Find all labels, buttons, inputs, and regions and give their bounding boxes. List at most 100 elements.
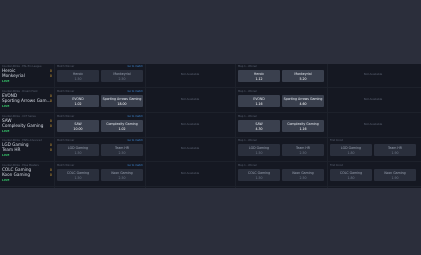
odd-button-team2[interactable]: Koon Gaming 1.90 [374, 169, 416, 182]
odd-button-team2[interactable]: Team HR 1.90 [374, 144, 416, 157]
first-blood-panel: First blood LGD Gaming 1.80 Team HR 1.90 [328, 138, 418, 162]
odd-button-team1[interactable]: EVOND 1.02 [57, 94, 99, 107]
market-label: First blood [330, 164, 343, 168]
odd-button-team1[interactable]: Heroic 1.12 [238, 70, 280, 82]
odd-button-team2[interactable]: Complexity Gaming 1.02 [101, 119, 143, 132]
odd-price: 18.00 [117, 101, 127, 106]
match-info[interactable]: Counter-Strike · CCT Series SAW Complexity… [2, 114, 52, 138]
match-info[interactable]: Counter-Strike · ESEA Advanced LGD Gaming… [2, 138, 52, 162]
score: 00 [49, 143, 52, 153]
live-badge: LIVE [2, 178, 10, 183]
market-unavailable: Not Available [180, 121, 200, 126]
odd-button-team2[interactable]: Koon Gaming 2.50 [282, 169, 324, 182]
team1-score: 0 [49, 118, 52, 123]
market-unavailable: Not Available [363, 72, 383, 76]
match-winner-panel: Match Winner Heroic 1.50 Monkeyrial 2.50 Go t… [55, 64, 145, 88]
team2-score: 0 [49, 173, 52, 178]
odd-button-team2[interactable]: Monkeyrial 2.50 [101, 70, 143, 82]
team2-score: 0 [49, 74, 52, 78]
odd-button-team2[interactable]: Team HR 2.50 [282, 144, 324, 157]
match-info[interactable]: Counter-Strike · ESL Pro League Heroic Mon… [2, 64, 52, 88]
odd-price: 1.50 [255, 176, 263, 181]
odd-button-team2[interactable]: Complexity Gaming 1.16 [282, 119, 324, 132]
odd-label: Sporting Arrows Gaming [283, 96, 323, 101]
odd-label: Complexity Gaming [287, 121, 319, 126]
team2-score: 0 [49, 98, 52, 103]
go-to-match-link[interactable]: Go to match [128, 139, 143, 142]
odd-price: 1.80 [347, 151, 355, 156]
odd-label: Monkeyrial [113, 72, 131, 76]
odd-price: 5.20 [299, 77, 307, 81]
odd-price: 1.50 [255, 151, 263, 156]
odd-button-team1[interactable]: LGD Gaming 1.50 [57, 144, 99, 157]
score: 00 [49, 94, 52, 104]
match-winner-panel: Match Winner COLC Gaming 1.50 Koon Gaming 2.… [55, 163, 145, 187]
market-unavailable: Not Available [180, 96, 200, 101]
match-row: Counter-Strike · CCT Series SAW Complexity… [0, 114, 421, 138]
map-winner-panel: Map 1 - Winner COLC Gaming 1.50 Koon Gaming… [236, 163, 326, 187]
market-unavailable: Not Available [180, 171, 200, 176]
odd-button-team2[interactable]: Monkeyrial 5.20 [282, 70, 324, 82]
odd-label: SAW [255, 121, 263, 126]
odd-label: Team HR [295, 146, 311, 151]
odd-label: Heroic [253, 72, 265, 76]
odd-button-team1[interactable]: SAW 4.30 [238, 119, 280, 132]
odd-button-team2[interactable]: Team HR 2.50 [101, 144, 143, 157]
market-label: Match Winner [57, 65, 75, 68]
odd-button-team2[interactable]: Koon Gaming 2.50 [101, 169, 143, 182]
match-info[interactable]: Counter-Strike · Elisa Masters COLC Gamin… [2, 163, 52, 187]
odd-button-team1[interactable]: LGD Gaming 1.50 [238, 144, 280, 157]
market-label: Map 1 - Winner [238, 89, 257, 93]
team-names: COLC Gaming Koon Gaming [2, 167, 52, 177]
market-label: Match Winner [57, 89, 75, 93]
team2-name: Complexity Gaming [2, 122, 44, 128]
go-to-match-link[interactable]: Go to match [128, 65, 143, 68]
match-info[interactable]: Counter-Strike · Dream Hack EVOND Sporting… [2, 89, 52, 113]
live-badge: LIVE [2, 79, 10, 83]
odd-label: EVOND [253, 96, 265, 101]
match-row: Counter-Strike · ESEA Advanced LGD Gaming… [0, 138, 421, 163]
odd-label: LGD Gaming [340, 146, 362, 151]
odd-label: COLC Gaming [247, 171, 271, 176]
odd-label: Team HR [387, 146, 403, 151]
team2-score: 0 [49, 123, 52, 128]
odd-price: 1.16 [299, 126, 307, 131]
score: 00 [49, 168, 52, 178]
match-row: Counter-Strike · Dream Hack EVOND Sporting… [0, 89, 421, 113]
odd-button-team2[interactable]: Sporting Arrows Gaming 18.00 [101, 94, 143, 107]
go-to-match-link[interactable]: Go to match [128, 164, 143, 167]
market-label: Map 1 - Winner [238, 65, 257, 68]
team2-name: Koon Gaming [2, 172, 31, 178]
odd-label: Koon Gaming [292, 171, 314, 176]
odd-button-team1[interactable]: LGD Gaming 1.80 [330, 144, 372, 157]
odd-label: LGD Gaming [67, 146, 89, 151]
odd-button-team2[interactable]: Sporting Arrows Gaming 4.60 [282, 94, 324, 107]
map-winner-panel: Map 1 - Winner EVOND 1.16 Sporting Arrows G… [236, 89, 326, 113]
odd-label: Complexity Gaming [106, 121, 138, 126]
go-to-match-link[interactable]: Go to match [128, 115, 143, 118]
go-to-match-link[interactable]: Go to match [128, 90, 143, 93]
match-row: Counter-Strike · ESL Pro League Heroic Mon… [0, 64, 421, 88]
odd-label: Koon Gaming [111, 171, 133, 176]
odd-price: 2.50 [118, 77, 126, 81]
market-label: First blood [330, 139, 343, 143]
odd-button-team1[interactable]: SAW 10.00 [57, 119, 99, 132]
first-blood-panel: First blood COLC Gaming 1.80 Koon Gaming 1.9… [328, 163, 418, 187]
odd-price: 1.02 [74, 101, 82, 106]
odd-button-team1[interactable]: COLC Gaming 1.80 [330, 169, 372, 182]
odd-price: 1.12 [255, 77, 263, 81]
match-row: Counter-Strike · Elisa Masters COLC Gamin… [0, 163, 421, 188]
team-names: SAW Complexity Gaming [2, 118, 52, 128]
odd-price: 10.00 [73, 126, 83, 131]
team-names: Heroic Monkeyrial [2, 68, 52, 78]
odd-label: COLC Gaming [66, 171, 90, 176]
odd-button-team1[interactable]: Heroic 1.50 [57, 70, 99, 82]
odd-button-team1[interactable]: EVOND 1.16 [238, 94, 280, 107]
odd-price: 1.90 [391, 176, 399, 181]
market-label: Match Winner [57, 139, 75, 143]
odd-button-team1[interactable]: COLC Gaming 1.50 [238, 169, 280, 182]
map-winner-panel: Map 1 - Winner Heroic 1.12 Monkeyrial 5.20 [236, 64, 326, 88]
score: 00 [49, 119, 52, 129]
odd-price: 2.50 [299, 176, 307, 181]
odd-button-team1[interactable]: COLC Gaming 1.50 [57, 169, 99, 182]
